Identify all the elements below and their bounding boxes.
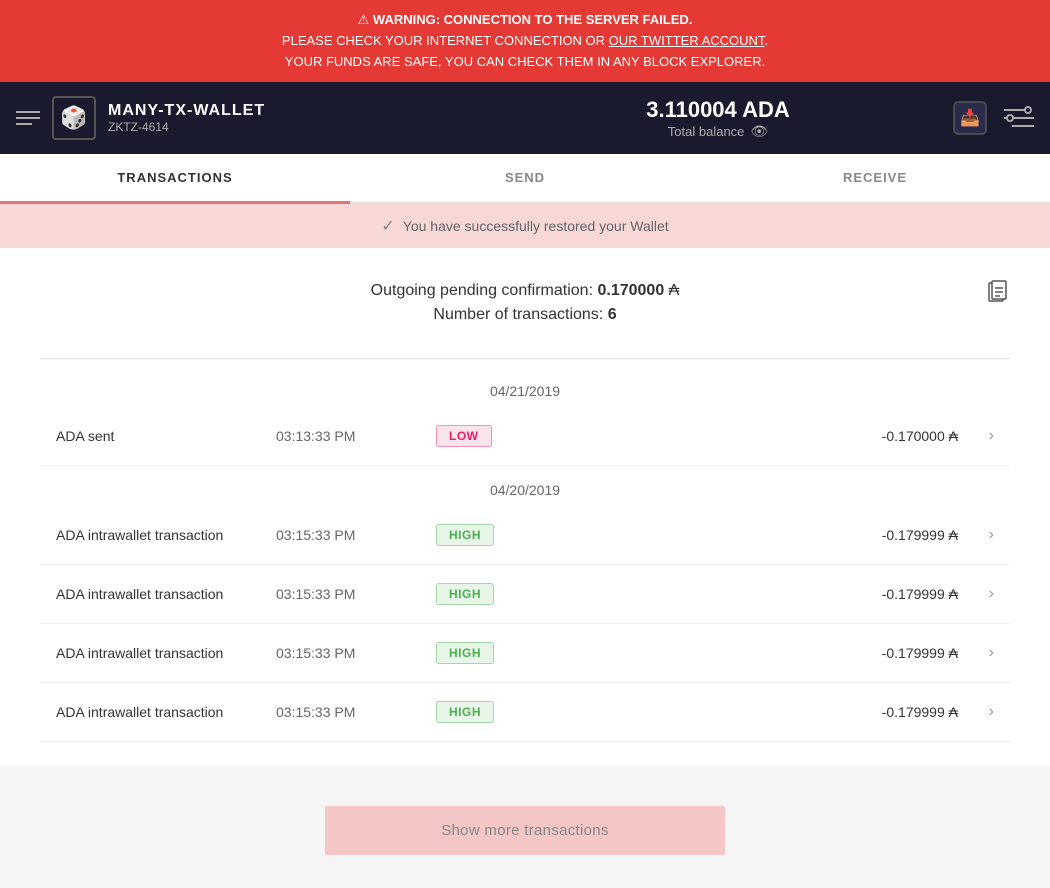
tx-type: ADA intrawallet transaction xyxy=(56,527,276,543)
warning-icon: ⚠ xyxy=(358,12,370,27)
wallet-icon: 🎲 xyxy=(52,96,96,140)
tx-time: 03:15:33 PM xyxy=(276,704,436,720)
tab-send[interactable]: SEND xyxy=(350,154,700,204)
tx-time: 03:15:33 PM xyxy=(276,527,436,543)
tx-badge-wrap: HIGH xyxy=(436,583,556,605)
tx-amount: -0.179999 ₳ xyxy=(778,704,958,720)
success-bar: ✓ You have successfully restored your Wa… xyxy=(0,204,1050,248)
tx-amount: -0.170000 ₳ xyxy=(778,428,958,444)
tx-badge: HIGH xyxy=(436,524,494,546)
tx-amount: -0.179999 ₳ xyxy=(778,586,958,602)
export-icon xyxy=(986,280,1010,304)
tx-time: 03:15:33 PM xyxy=(276,645,436,661)
tx-type: ADA sent xyxy=(56,428,276,444)
main-content: Outgoing pending confirmation: 0.170000 … xyxy=(0,248,1050,766)
twitter-link[interactable]: OUR TWITTER ACCOUNT xyxy=(609,33,765,48)
warning-line1: WARNING: CONNECTION TO THE SERVER FAILED… xyxy=(373,12,692,27)
tx-badge-wrap: HIGH xyxy=(436,701,556,723)
svg-text:📥: 📥 xyxy=(960,108,980,127)
tx-badge-wrap: LOW xyxy=(436,425,556,447)
header-left: 🎲 MANY-TX-WALLET ZKTZ-4614 xyxy=(16,96,484,140)
tx-badge-wrap: HIGH xyxy=(436,642,556,664)
export-button[interactable] xyxy=(986,280,1010,310)
check-icon: ✓ xyxy=(381,216,394,236)
tx-type: ADA intrawallet transaction xyxy=(56,586,276,602)
tx-badge: HIGH xyxy=(436,701,494,723)
settings-icon xyxy=(1004,105,1034,131)
date-header-0: 04/21/2019 xyxy=(40,367,1010,407)
tx-time: 03:13:33 PM xyxy=(276,428,436,444)
header: 🎲 MANY-TX-WALLET ZKTZ-4614 3.110004 ADA … xyxy=(0,82,1050,154)
settings-button[interactable] xyxy=(1004,105,1034,131)
summary-divider xyxy=(40,358,1010,359)
tx-badge: HIGH xyxy=(436,583,494,605)
tx-count: Number of transactions: 6 xyxy=(40,306,1010,324)
tx-time: 03:15:33 PM xyxy=(276,586,436,602)
wallet-id: ZKTZ-4614 xyxy=(108,120,265,134)
success-message: You have successfully restored your Wall… xyxy=(403,218,669,234)
eye-icon[interactable]: 👁 xyxy=(750,123,768,140)
tx-amount: -0.179999 ₳ xyxy=(778,645,958,661)
table-row[interactable]: ADA sent 03:13:33 PM LOW -0.170000 ₳ › xyxy=(40,407,1010,466)
wallet-receive-button[interactable]: 📥 xyxy=(952,100,988,136)
warning-line3: YOUR FUNDS ARE SAFE, YOU CAN CHECK THEM … xyxy=(20,52,1030,73)
tx-type: ADA intrawallet transaction xyxy=(56,645,276,661)
tab-receive[interactable]: RECEIVE xyxy=(700,154,1050,204)
show-more-button[interactable]: Show more transactions xyxy=(325,806,725,855)
warning-line2-post: . xyxy=(764,33,768,48)
tx-expand-chevron[interactable]: › xyxy=(958,427,994,445)
summary: Outgoing pending confirmation: 0.170000 … xyxy=(40,272,1010,350)
hamburger-icon xyxy=(16,111,40,125)
balance-amount: 3.110004 ADA xyxy=(484,97,952,123)
table-row[interactable]: ADA intrawallet transaction 03:15:33 PM … xyxy=(40,565,1010,624)
tx-count-value: 6 xyxy=(608,306,617,323)
date-header-1: 04/20/2019 xyxy=(40,466,1010,506)
table-row[interactable]: ADA intrawallet transaction 03:15:33 PM … xyxy=(40,683,1010,742)
tx-amount: -0.179999 ₳ xyxy=(778,527,958,543)
warning-banner: ⚠ WARNING: CONNECTION TO THE SERVER FAIL… xyxy=(0,0,1050,82)
wallet-name: MANY-TX-WALLET xyxy=(108,102,265,120)
pending-amount: 0.170000 xyxy=(597,282,664,299)
table-row[interactable]: ADA intrawallet transaction 03:15:33 PM … xyxy=(40,624,1010,683)
tx-expand-chevron[interactable]: › xyxy=(958,526,994,544)
wallet-emoji: 🎲 xyxy=(60,105,87,131)
tx-expand-chevron[interactable]: › xyxy=(958,644,994,662)
header-right: 📥 xyxy=(952,100,1034,136)
tx-badge-wrap: HIGH xyxy=(436,524,556,546)
tx-type: ADA intrawallet transaction xyxy=(56,704,276,720)
menu-button[interactable] xyxy=(16,111,40,125)
tx-badge: HIGH xyxy=(436,642,494,664)
header-center: 3.110004 ADA Total balance 👁 xyxy=(484,97,952,140)
tx-expand-chevron[interactable]: › xyxy=(958,585,994,603)
tab-transactions[interactable]: TRANSACTIONS xyxy=(0,154,350,204)
pending-confirmation: Outgoing pending confirmation: 0.170000 … xyxy=(40,282,1010,300)
nav-tabs: TRANSACTIONS SEND RECEIVE xyxy=(0,154,1050,204)
wallet-info: MANY-TX-WALLET ZKTZ-4614 xyxy=(108,102,265,134)
balance-label: Total balance 👁 xyxy=(484,123,952,140)
tx-badge: LOW xyxy=(436,425,492,447)
tx-expand-chevron[interactable]: › xyxy=(958,703,994,721)
table-row[interactable]: ADA intrawallet transaction 03:15:33 PM … xyxy=(40,506,1010,565)
warning-line2-pre: PLEASE CHECK YOUR INTERNET CONNECTION OR xyxy=(282,33,609,48)
transaction-groups: 04/21/2019 ADA sent 03:13:33 PM LOW -0.1… xyxy=(40,367,1010,742)
show-more-section: Show more transactions xyxy=(0,766,1050,875)
receive-icon: 📥 xyxy=(952,100,988,136)
